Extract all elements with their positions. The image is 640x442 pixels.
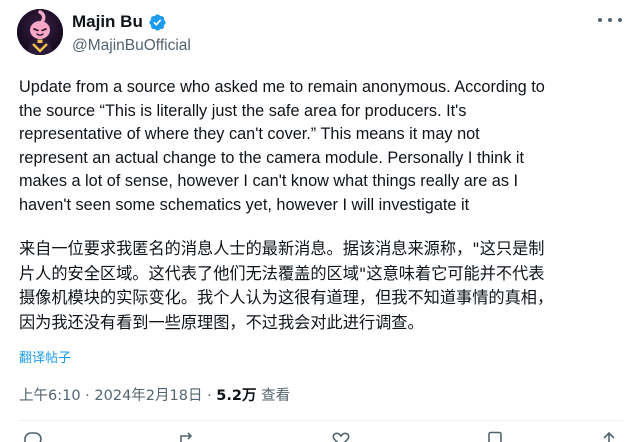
author-name-row: Majin Bu [72,12,167,32]
verified-badge-icon [149,13,166,31]
share-icon[interactable] [598,431,620,442]
post-text-line: 因为我还没有看到一些原理图，不过我会对此进行调查。 [19,312,424,332]
post-date[interactable]: 2024年2月18日 [94,388,202,404]
post-text-line: 来自一位要求我匿名的消息人士的最新消息。据该消息来源称，"这只是制 [19,239,545,258]
post-text-chinese: 来自一位要求我匿名的消息人士的最新消息。据该消息来源称，"这只是制 片人的安全区… [19,237,629,335]
tweet-post: Majin Bu @MajinBuOfficial Update from a … [0,0,640,442]
post-text-line: Update from a source who asked me to rem… [19,78,545,96]
more-dot-icon [618,18,622,22]
reply-icon[interactable] [22,431,44,442]
repost-icon[interactable] [176,431,198,442]
post-text-english: Update from a source who asked me to rem… [19,76,629,218]
post-time[interactable]: 上午6:10 [19,388,81,404]
post-text-line: 片人的安全区域。这代表了他们无法覆盖的区域"这意味着它可能并不代表 [19,263,545,283]
post-text-line: makes a lot of sense, however I can't kn… [19,172,519,191]
majin-buu-avatar-icon [17,9,63,55]
post-text-line: haven't seen some schematics yet, howeve… [19,195,470,214]
more-dot-icon [598,18,602,22]
post-text-line: representative of where they can't cover… [19,125,480,144]
bookmark-icon[interactable] [484,431,506,442]
post-metadata: 上午6:10 · 2024年2月18日 · 5.2万 查看 [19,387,290,405]
author-display-name[interactable]: Majin Bu [72,12,143,32]
post-text-line: represent an actual change to the camera… [19,148,525,167]
post-text-line: the source “This is literally just the s… [19,101,467,120]
meta-separator: · [202,388,217,404]
like-icon[interactable] [330,431,352,442]
views-label[interactable]: 查看 [256,388,290,404]
meta-separator: · [80,388,95,404]
author-handle[interactable]: @MajinBuOfficial [72,37,191,55]
avatar[interactable] [17,9,63,55]
more-options-icon[interactable] [598,11,622,29]
post-text-line: 摄像机模块的实际变化。我个人认为这很有道理，但我不知道事情的真相， [19,288,554,307]
views-count: 5.2万 [216,388,257,404]
more-dot-icon [608,18,612,22]
divider [19,420,623,421]
translate-post-link[interactable]: 翻译帖子 [19,351,71,367]
